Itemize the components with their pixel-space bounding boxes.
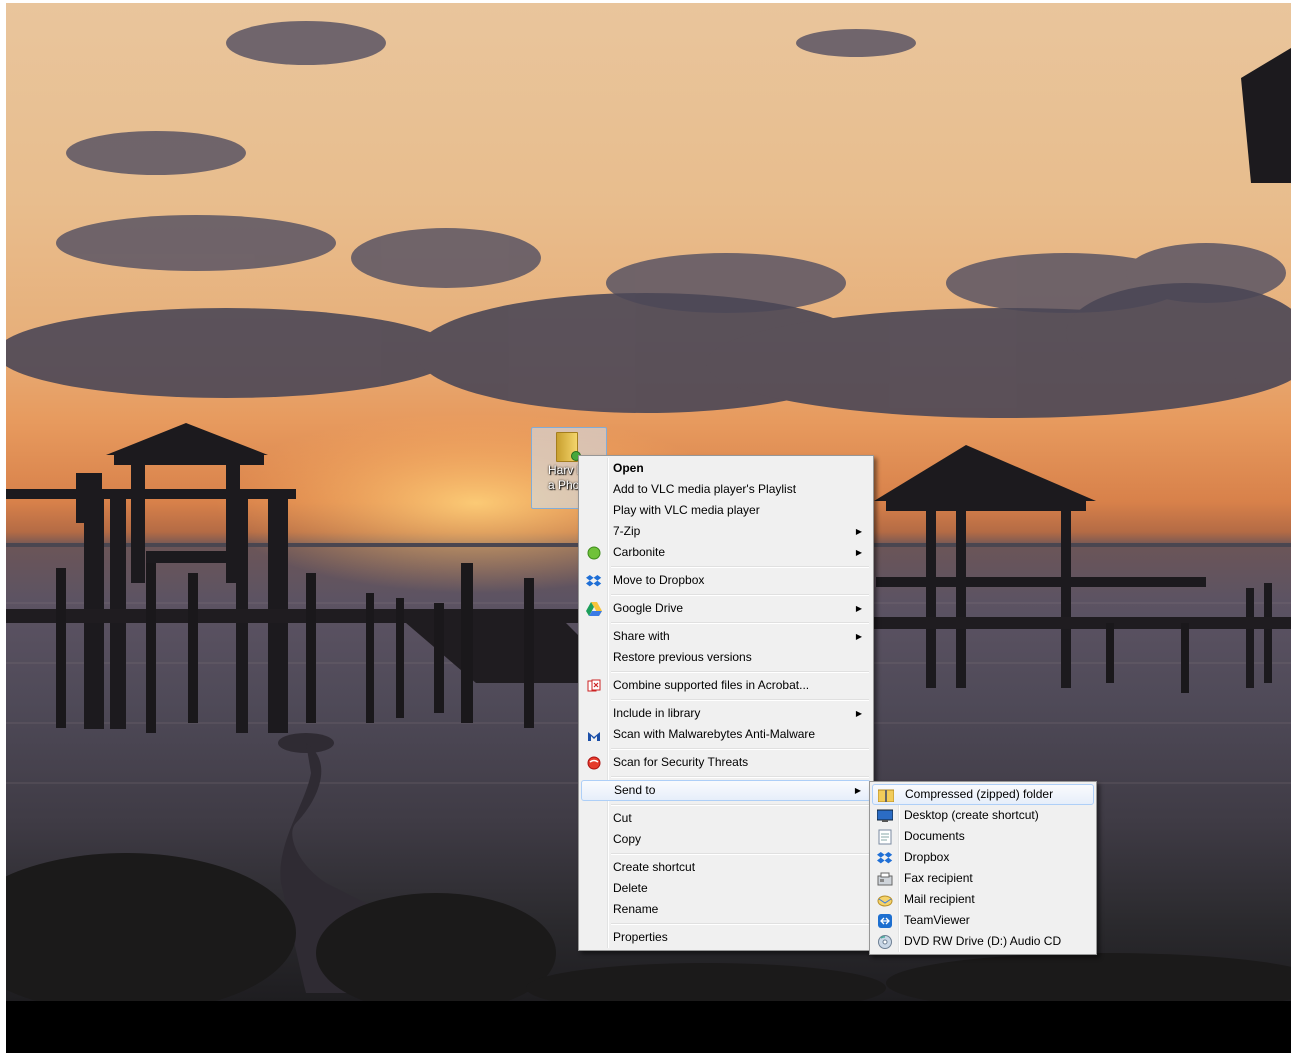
google-drive-icon: [586, 601, 602, 617]
menu-item-label: Cut: [613, 811, 632, 825]
menu-item-share-with[interactable]: Share with ▶: [581, 626, 871, 647]
send-to-dvd-drive[interactable]: DVD RW Drive (D:) Audio CD: [872, 931, 1094, 952]
menu-item-label: Send to: [614, 783, 656, 797]
menu-item-copy[interactable]: Copy: [581, 829, 871, 850]
zip-folder-icon: [878, 787, 894, 803]
send-to-mail-recipient[interactable]: Mail recipient: [872, 889, 1094, 910]
menu-separator: [611, 696, 871, 703]
menu-separator: [611, 801, 871, 808]
menu-separator: [611, 773, 871, 780]
menu-separator: [611, 619, 871, 626]
menu-item-label: Google Drive: [613, 601, 684, 615]
folder-icon: [556, 432, 581, 462]
menu-item-label: Share with: [613, 629, 670, 643]
mail-icon: [877, 892, 893, 908]
menu-item-restore-previous-versions[interactable]: Restore previous versions: [581, 647, 871, 668]
menu-item-open[interactable]: Open: [581, 458, 871, 479]
menu-item-label: Delete: [613, 881, 648, 895]
menu-separator: [611, 920, 871, 927]
menu-separator: [611, 591, 871, 598]
menu-item-send-to[interactable]: Send to ▶: [581, 780, 871, 801]
teamviewer-icon: [877, 913, 893, 929]
submenu-arrow-icon: ▶: [855, 548, 862, 557]
desktop-icon: [877, 808, 893, 824]
menu-item-label: Move to Dropbox: [613, 573, 705, 587]
menu-item-rename[interactable]: Rename: [581, 899, 871, 920]
menu-item-scan-security-threats[interactable]: Scan for Security Threats: [581, 752, 871, 773]
menu-item-label: 7-Zip: [613, 524, 641, 538]
send-to-desktop[interactable]: Desktop (create shortcut): [872, 805, 1094, 826]
menu-item-label: Dropbox: [904, 850, 950, 864]
menu-item-label: Desktop (create shortcut): [904, 808, 1039, 822]
context-menu: Open Add to VLC media player's Playlist …: [578, 455, 874, 951]
menu-item-carbonite[interactable]: Carbonite ▶: [581, 542, 871, 563]
menu-item-label: TeamViewer: [904, 913, 970, 927]
menu-item-delete[interactable]: Delete: [581, 878, 871, 899]
menu-item-label: Rename: [613, 902, 659, 916]
send-to-submenu: Compressed (zipped) folder Desktop (crea…: [869, 781, 1097, 955]
menu-item-combine-in-acrobat[interactable]: Combine supported files in Acrobat...: [581, 675, 871, 696]
menu-item-label: DVD RW Drive (D:) Audio CD: [904, 934, 1062, 948]
dropbox-icon: [877, 850, 893, 866]
send-to-teamviewer[interactable]: TeamViewer: [872, 910, 1094, 931]
menu-item-label: Play with VLC media player: [613, 503, 760, 517]
menu-item-label: Open: [613, 461, 644, 475]
menu-separator: [611, 668, 871, 675]
menu-item-label: Carbonite: [613, 545, 666, 559]
submenu-arrow-icon: ▶: [855, 632, 862, 641]
submenu-arrow-icon: ▶: [854, 786, 861, 795]
menu-separator: [611, 745, 871, 752]
menu-item-properties[interactable]: Properties: [581, 927, 871, 948]
menu-item-create-shortcut[interactable]: Create shortcut: [581, 857, 871, 878]
menu-item-7zip[interactable]: 7-Zip ▶: [581, 521, 871, 542]
carbonite-icon: [586, 545, 602, 561]
menu-separator: [611, 850, 871, 857]
malwarebytes-icon: [586, 727, 602, 743]
dvd-drive-icon: [877, 934, 893, 950]
send-to-dropbox[interactable]: Dropbox: [872, 847, 1094, 868]
fax-icon: [877, 871, 893, 887]
menu-item-label: Copy: [613, 832, 642, 846]
menu-item-label: Create shortcut: [613, 860, 696, 874]
menu-item-label: Restore previous versions: [613, 650, 752, 664]
menu-separator: [611, 563, 871, 570]
acrobat-icon: [586, 678, 602, 694]
send-to-compressed-folder[interactable]: Compressed (zipped) folder: [872, 784, 1094, 805]
submenu-arrow-icon: ▶: [855, 604, 862, 613]
menu-item-google-drive[interactable]: Google Drive ▶: [581, 598, 871, 619]
menu-item-play-with-vlc[interactable]: Play with VLC media player: [581, 500, 871, 521]
menu-item-label: Fax recipient: [904, 871, 973, 885]
menu-item-cut[interactable]: Cut: [581, 808, 871, 829]
security-scan-icon: [586, 755, 602, 771]
menu-item-label: Mail recipient: [904, 892, 975, 906]
menu-item-label: Add to VLC media player's Playlist: [613, 482, 797, 496]
menu-item-scan-malwarebytes[interactable]: Scan with Malwarebytes Anti-Malware: [581, 724, 871, 745]
menu-item-include-in-library[interactable]: Include in library ▶: [581, 703, 871, 724]
menu-item-move-to-dropbox[interactable]: Move to Dropbox: [581, 570, 871, 591]
menu-item-add-to-vlc-playlist[interactable]: Add to VLC media player's Playlist: [581, 479, 871, 500]
taskbar: [6, 1001, 1291, 1053]
submenu-arrow-icon: ▶: [855, 527, 862, 536]
send-to-documents[interactable]: Documents: [872, 826, 1094, 847]
documents-icon: [877, 829, 893, 845]
menu-item-label: Scan with Malwarebytes Anti-Malware: [613, 727, 816, 741]
menu-item-label: Compressed (zipped) folder: [905, 787, 1054, 801]
send-to-fax-recipient[interactable]: Fax recipient: [872, 868, 1094, 889]
menu-item-label: Include in library: [613, 706, 701, 720]
menu-item-label: Documents: [904, 829, 965, 843]
menu-item-label: Combine supported files in Acrobat...: [613, 678, 810, 692]
dropbox-icon: [586, 573, 602, 589]
menu-item-label: Properties: [613, 930, 668, 944]
menu-item-label: Scan for Security Threats: [613, 755, 749, 769]
submenu-arrow-icon: ▶: [855, 709, 862, 718]
